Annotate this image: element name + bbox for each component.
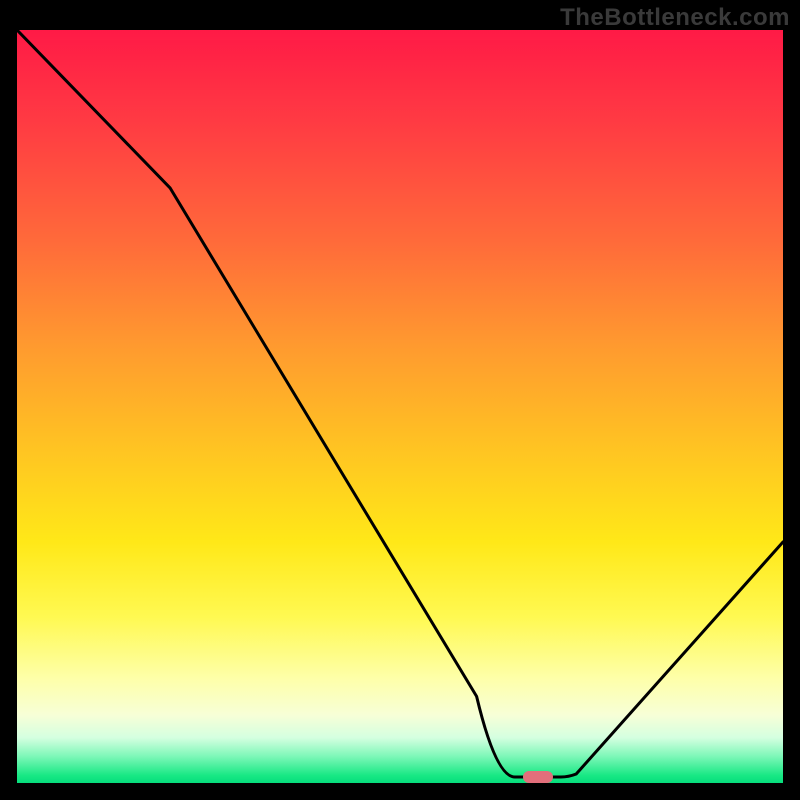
- bottleneck-curve: [17, 30, 783, 783]
- watermark-text: TheBottleneck.com: [560, 4, 790, 32]
- plot-area: [17, 30, 783, 783]
- optimal-marker: [523, 771, 553, 783]
- chart-frame: TheBottleneck.com: [0, 0, 800, 800]
- curve-path: [17, 30, 783, 777]
